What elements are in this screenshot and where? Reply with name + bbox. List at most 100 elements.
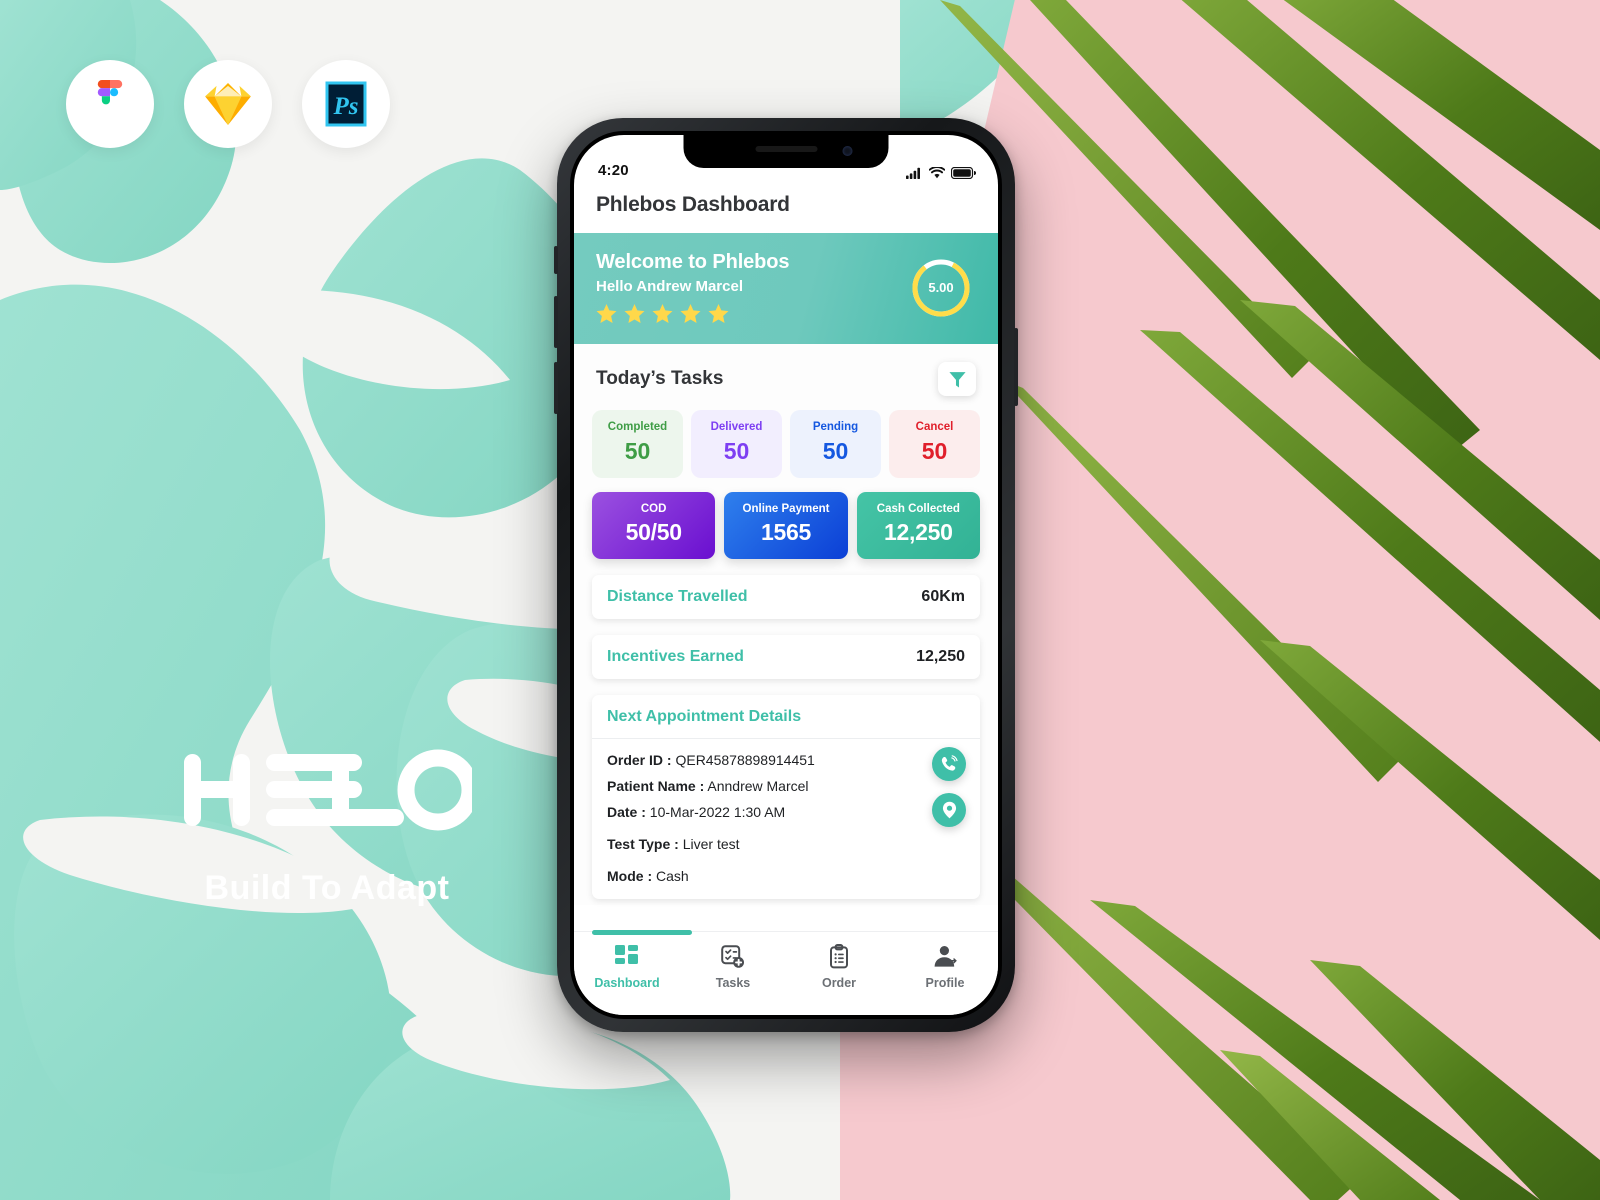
nav-item-order[interactable]: Order — [786, 944, 892, 990]
field-key: Date : — [607, 804, 646, 820]
brand-tagline: Build To Adapt — [204, 869, 450, 907]
payment-label: Cash Collected — [876, 503, 960, 515]
payment-value: 12,250 — [884, 519, 953, 545]
nav-label: Order — [821, 976, 857, 990]
location-button[interactable] — [932, 793, 966, 827]
field-key: Mode : — [607, 868, 653, 884]
welcome-text-block: Welcome to Phlebos Hello Andrew Marcel — [596, 251, 790, 324]
clipboard-list-icon — [830, 944, 848, 969]
nav-label: Profile — [925, 976, 965, 990]
payment-card-online[interactable]: Online Payment 1565 — [724, 492, 848, 559]
stat-value: 50 — [624, 438, 651, 464]
rating-stars — [596, 304, 789, 324]
filter-button[interactable] — [938, 362, 976, 396]
user-profile-icon — [934, 946, 957, 967]
brand-lockup: Build To Adapt — [182, 742, 479, 908]
field-value: Liver test — [682, 836, 740, 852]
appointment-title: Next Appointment Details — [607, 708, 802, 725]
status-icons — [906, 167, 976, 179]
phone-mute-switch — [554, 246, 558, 274]
field-value: Anndrew Marcel — [707, 778, 809, 794]
star-icon — [596, 304, 617, 324]
svg-text:Ps: Ps — [333, 93, 359, 120]
location-pin-icon — [942, 801, 956, 819]
star-icon — [624, 304, 645, 324]
payment-card-cod[interactable]: COD 50/50 — [592, 492, 716, 559]
payment-cards: COD 50/50 Online Payment 1565 Cash Colle… — [574, 478, 998, 559]
active-tab-indicator — [592, 930, 692, 935]
sketch-icon — [205, 83, 251, 125]
nav-item-dashboard[interactable]: Dashboard — [574, 944, 680, 990]
task-stat-cards: Completed 50 Delivered 50 Pending 50 Can… — [574, 406, 998, 478]
stat-label: Completed — [607, 421, 668, 433]
todays-tasks-header: Today’s Tasks — [574, 344, 998, 406]
appointment-field-test-type: Test Type : Liver test — [607, 836, 965, 852]
wifi-icon — [929, 167, 945, 179]
task-checklist-add-icon — [721, 945, 744, 968]
stat-card-cancel[interactable]: Cancel 50 — [889, 410, 980, 478]
todays-tasks-title: Today’s Tasks — [596, 368, 724, 389]
stat-card-completed[interactable]: Completed 50 — [592, 410, 683, 478]
payment-card-cash-collected[interactable]: Cash Collected 12,250 — [856, 492, 980, 559]
helo-logo — [184, 749, 479, 831]
appointment-card-body: Order ID : QER45878898914451 Patient Nam… — [592, 739, 980, 899]
stat-value: 50 — [723, 438, 750, 464]
phone-bezel: 4:20 Phlebos Dashboard Welcome to Phlebo… — [570, 131, 1002, 1019]
appointment-field-patient-name: Patient Name : Anndrew Marcel — [607, 778, 965, 794]
rating-ring: 5.00 — [910, 257, 972, 319]
welcome-subtitle: Hello Andrew Marcel — [596, 278, 743, 295]
phone-power-button — [1014, 328, 1018, 406]
stat-label: Pending — [812, 421, 859, 433]
call-icon — [941, 755, 958, 771]
phone-volume-down-button — [554, 362, 558, 414]
star-icon — [680, 304, 701, 324]
design-tool-chips: Ps — [66, 60, 390, 148]
photoshop-chip[interactable]: Ps — [302, 60, 390, 148]
phone-volume-up-button — [554, 296, 558, 348]
payment-value: 50/50 — [625, 519, 682, 545]
stat-card-pending[interactable]: Pending 50 — [790, 410, 881, 478]
payment-label: Online Payment — [742, 503, 830, 515]
field-key: Test Type : — [607, 836, 679, 852]
welcome-banner: Welcome to Phlebos Hello Andrew Marcel 5… — [574, 233, 998, 344]
appointment-actions — [932, 747, 966, 839]
app-header: Phlebos Dashboard — [574, 181, 998, 233]
appointment-card-header: Next Appointment Details — [592, 695, 980, 739]
figma-icon — [97, 80, 123, 105]
metric-value: 60Km — [921, 588, 965, 605]
status-bar: 4:20 — [574, 135, 998, 181]
nav-item-tasks[interactable]: Tasks — [680, 944, 786, 990]
figma-chip[interactable] — [66, 60, 154, 148]
payment-label: COD — [640, 503, 667, 515]
appointment-field-mode: Mode : Cash — [607, 868, 965, 884]
metric-label: Distance Travelled — [607, 588, 748, 605]
page-title: Phlebos Dashboard — [596, 193, 790, 216]
metric-row-incentives-earned[interactable]: Incentives Earned 12,250 — [592, 635, 980, 679]
star-icon — [708, 304, 729, 324]
rating-value: 5.00 — [928, 280, 954, 295]
dashboard-body: Today’s Tasks Completed 50 Delivered 50 … — [574, 344, 998, 905]
stat-value: 50 — [822, 438, 849, 464]
metric-value: 12,250 — [916, 648, 965, 665]
filter-funnel-icon — [948, 371, 966, 387]
nav-label: Dashboard — [594, 976, 660, 990]
next-appointment-card: Next Appointment Details Order ID : QER4… — [592, 695, 980, 899]
stat-value: 50 — [921, 438, 948, 464]
stat-label: Delivered — [710, 421, 763, 433]
payment-value: 1565 — [761, 519, 811, 545]
call-button[interactable] — [932, 747, 966, 781]
metric-label: Incentives Earned — [607, 648, 744, 665]
field-key: Order ID : — [607, 752, 672, 768]
bottom-navigation-bar: Dashboard Tasks Order Profile — [574, 930, 998, 1015]
nav-label: Tasks — [715, 976, 751, 990]
sketch-chip[interactable] — [184, 60, 272, 148]
stat-card-delivered[interactable]: Delivered 50 — [691, 410, 782, 478]
nav-item-profile[interactable]: Profile — [892, 944, 998, 990]
welcome-title: Welcome to Phlebos — [596, 251, 790, 273]
field-value: 10-Mar-2022 1:30 AM — [649, 804, 786, 820]
phone-screen: 4:20 Phlebos Dashboard Welcome to Phlebo… — [574, 135, 998, 1015]
battery-icon — [951, 167, 976, 179]
metric-row-distance-travelled[interactable]: Distance Travelled 60Km — [592, 575, 980, 619]
photoshop-icon: Ps — [325, 81, 367, 127]
star-icon — [652, 304, 673, 324]
